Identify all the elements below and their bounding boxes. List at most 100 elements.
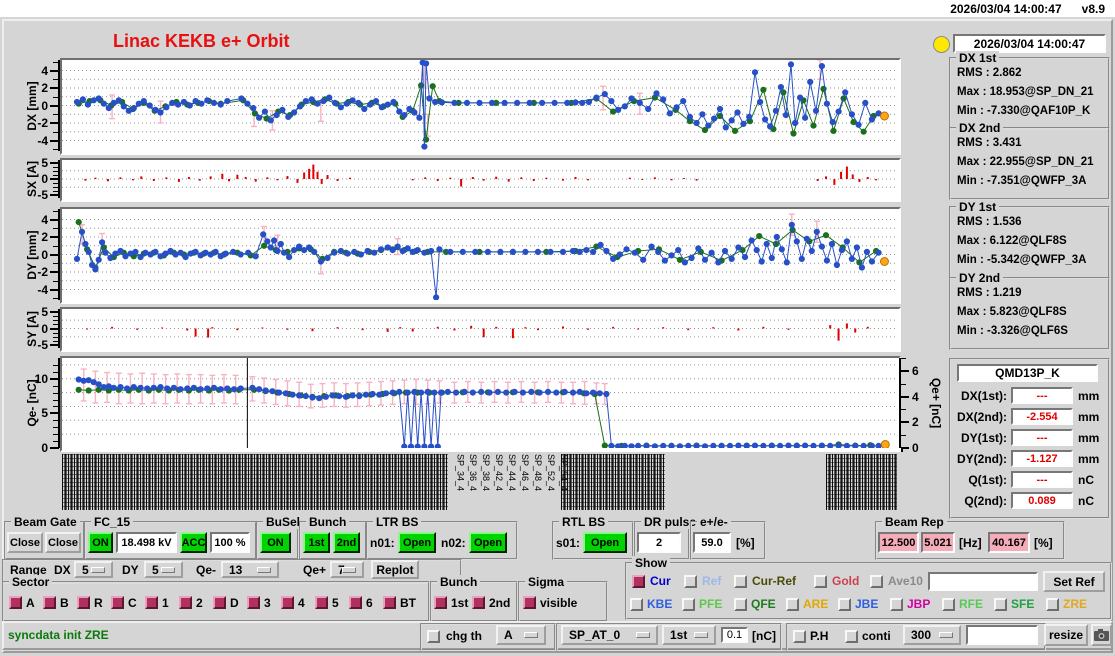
sx-chart[interactable] xyxy=(62,160,897,198)
fc15-acc-button[interactable]: ACC xyxy=(180,532,207,553)
dx-minor-tick xyxy=(53,79,59,81)
show-checkbox-Cur[interactable] xyxy=(632,575,645,588)
qe-tick-label: 0 xyxy=(41,441,48,455)
dy-chart[interactable] xyxy=(62,209,897,300)
show-checkbox-PFE[interactable] xyxy=(682,598,695,611)
dx-minor-tick xyxy=(53,114,59,116)
bunch-order-select[interactable]: 1st xyxy=(662,625,716,645)
sector-checkbox-1[interactable] xyxy=(145,596,158,609)
monitor-row-label: Q(1st): xyxy=(968,473,1007,487)
extra-input[interactable] xyxy=(966,625,1038,645)
range-dx-select[interactable]: 5 xyxy=(74,561,113,578)
show-checkbox-ZRE[interactable] xyxy=(1046,598,1059,611)
ph-checkbox[interactable] xyxy=(793,630,806,643)
show-label-KBE: KBE xyxy=(647,597,673,611)
bpm-names-dense-band xyxy=(561,454,665,510)
range-dx-label: DX xyxy=(54,563,71,577)
conti-label: conti xyxy=(862,629,891,643)
show-checkbox-RFE[interactable] xyxy=(942,598,955,611)
qe-right-minor-tick xyxy=(901,435,906,437)
bunch-select-checkbox-2nd[interactable] xyxy=(472,596,485,609)
show-checkbox-Cur-Ref[interactable] xyxy=(734,575,747,588)
sy-tick xyxy=(50,310,59,313)
eplus-eminus-value: 59.0 xyxy=(693,532,731,553)
sector-checkbox-3[interactable] xyxy=(247,596,260,609)
heartbeat-indicator-icon xyxy=(933,36,950,53)
beam-gate-close-button-1[interactable]: Close xyxy=(7,532,43,553)
show-label-ZRE: ZRE xyxy=(1063,597,1087,611)
monitor-row-unit: mm xyxy=(1078,452,1100,466)
sector-checkbox-4[interactable] xyxy=(281,596,294,609)
bunch-1st-button[interactable]: 1st xyxy=(303,532,330,553)
sy-minor-tick xyxy=(53,320,59,322)
qe-minor-tick xyxy=(53,406,59,408)
show-checkbox-ARE[interactable] xyxy=(786,598,799,611)
show-checkbox-JBP[interactable] xyxy=(890,598,903,611)
bunch-2nd-button[interactable]: 2nd xyxy=(333,532,360,553)
chg-th-select[interactable]: A xyxy=(496,625,546,645)
monitor-row-unit: mm xyxy=(1078,431,1100,445)
replot-button[interactable]: Replot xyxy=(371,560,419,579)
show-label-Gold: Gold xyxy=(832,574,860,588)
chg-th-checkbox[interactable] xyxy=(427,630,440,643)
dy-minor-tick xyxy=(53,280,59,282)
show-checkbox-Ave10[interactable] xyxy=(870,575,883,588)
qe-chart[interactable] xyxy=(62,358,897,448)
dy-minor-tick xyxy=(53,298,59,300)
show-group: Show xyxy=(625,556,1112,620)
ltr-bs-n02-open-button[interactable]: Open xyxy=(469,532,507,553)
ph-label: P.H xyxy=(810,629,829,643)
set-ref-button[interactable]: Set Ref xyxy=(1043,571,1105,592)
beam-gate-close-button-2[interactable]: Close xyxy=(45,532,81,553)
sector-checkbox-A[interactable] xyxy=(9,596,22,609)
stats-box-3: DY 2nd RMS : 1.219 Max : 5.823@QLF8S Min :… xyxy=(949,271,1110,350)
qe-right-tick-label: 6 xyxy=(912,363,919,378)
range-qeplus-select[interactable]: 7 xyxy=(330,561,364,578)
points-select[interactable]: 300 xyxy=(903,625,961,645)
ref-name-input[interactable] xyxy=(928,572,1038,591)
rtl-bs-s01-open-button[interactable]: Open xyxy=(583,532,627,553)
qe-tick xyxy=(50,377,59,380)
resize-button[interactable]: resize xyxy=(1044,624,1088,646)
sector-checkbox-6[interactable] xyxy=(349,596,362,609)
sigma-visible-checkbox[interactable] xyxy=(523,596,536,609)
screenshot-button[interactable] xyxy=(1091,624,1112,646)
range-qeplus-label: Qe+ xyxy=(303,563,327,577)
ltr-bs-n01-open-button[interactable]: Open xyxy=(398,532,436,553)
show-checkbox-JBE[interactable] xyxy=(838,598,851,611)
sector-checkbox-BT[interactable] xyxy=(383,596,396,609)
range-dy-select[interactable]: 5 xyxy=(144,561,183,578)
stats-box-title: DY 2nd xyxy=(956,271,1004,285)
fc15-on-button[interactable]: ON xyxy=(88,532,113,553)
show-checkbox-KBE[interactable] xyxy=(630,598,643,611)
dy-tick-label: 4 xyxy=(41,212,48,227)
sector-checkbox-2[interactable] xyxy=(179,596,192,609)
sp-at-select[interactable]: SP_AT_0 xyxy=(561,625,658,645)
sector-checkbox-R[interactable] xyxy=(77,596,90,609)
show-checkbox-Ref[interactable] xyxy=(684,575,697,588)
threshold-input[interactable]: 0.1 xyxy=(721,627,748,643)
range-qeminus-select[interactable]: 13 xyxy=(221,561,279,578)
sector-label-5: 5 xyxy=(332,596,339,610)
monitor-row-unit: mm xyxy=(1078,389,1100,403)
sector-checkbox-5[interactable] xyxy=(315,596,328,609)
conti-checkbox[interactable] xyxy=(845,630,858,643)
dx-tick xyxy=(50,122,59,124)
dx-tick xyxy=(50,139,59,142)
bunch-select-checkbox-1st[interactable] xyxy=(434,596,447,609)
show-checkbox-QFE[interactable] xyxy=(734,598,747,611)
sector-checkbox-C[interactable] xyxy=(111,596,124,609)
sector-checkbox-B[interactable] xyxy=(43,596,56,609)
sector-checkbox-D[interactable] xyxy=(213,596,226,609)
busel-on-button[interactable]: ON xyxy=(260,532,291,553)
ltr-bs-title: LTR BS xyxy=(373,515,422,529)
dx-minor-tick xyxy=(53,61,59,63)
sy-chart[interactable] xyxy=(62,309,897,348)
monitor-row-value: --- xyxy=(1011,471,1073,488)
show-label-Cur: Cur xyxy=(650,574,671,588)
dx-chart[interactable] xyxy=(62,60,897,151)
show-checkbox-SFE[interactable] xyxy=(994,598,1007,611)
qe-right-y-label: Qe+ [nC] xyxy=(929,377,943,429)
show-checkbox-Gold[interactable] xyxy=(814,575,827,588)
eplus-eminus-unit: [%] xyxy=(736,536,755,550)
